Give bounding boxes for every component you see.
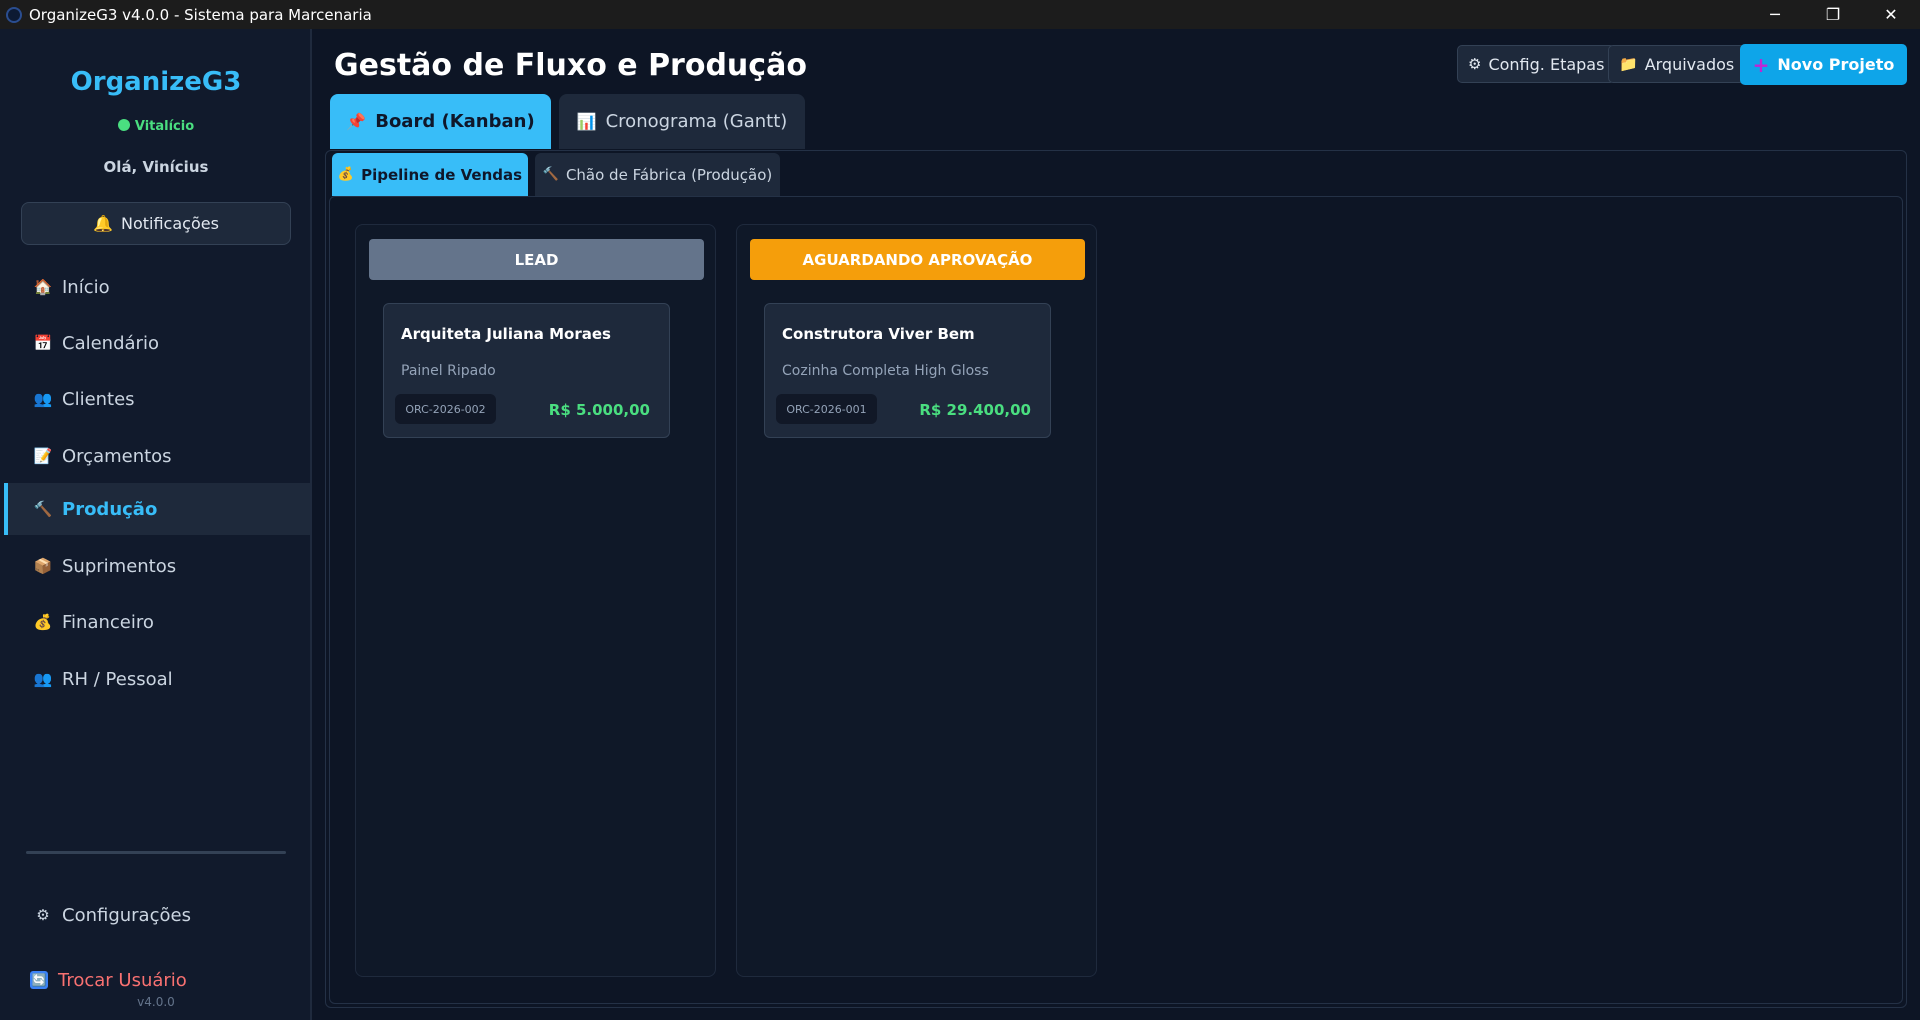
maximize-button[interactable]: ❐ bbox=[1804, 0, 1862, 29]
page-title: Gestão de Fluxo e Produção bbox=[334, 48, 807, 83]
hammer-icon: 🔨 bbox=[33, 500, 53, 518]
sidebar-item-producao[interactable]: 🔨 Produção bbox=[4, 483, 310, 535]
folder-icon: 📁 bbox=[1619, 55, 1638, 73]
close-button[interactable]: ✕ bbox=[1862, 0, 1920, 29]
sidebar-item-label: Suprimentos bbox=[62, 555, 177, 577]
sidebar-item-clientes[interactable]: 👥 Clientes bbox=[4, 373, 310, 425]
sidebar-item-calendario[interactable]: 📅 Calendário bbox=[4, 317, 310, 369]
calendar-icon: 📅 bbox=[33, 334, 53, 352]
sidebar-item-label: Orçamentos bbox=[62, 445, 172, 467]
card-project: Cozinha Completa High Gloss bbox=[782, 363, 989, 379]
sidebar-item-label: Financeiro bbox=[62, 611, 154, 633]
kanban-card[interactable]: Arquiteta Juliana Moraes Painel Ripado O… bbox=[383, 303, 670, 438]
sidebar-item-inicio[interactable]: 🏠 Início bbox=[4, 261, 310, 313]
new-project-button[interactable]: + Novo Projeto bbox=[1740, 44, 1907, 85]
money-bag-icon: 💰 bbox=[337, 167, 355, 182]
window-title: OrganizeG3 v4.0.0 - Sistema para Marcena… bbox=[29, 5, 372, 24]
tab-chao-de-fabrica[interactable]: 🔨 Chão de Fábrica (Produção) bbox=[535, 153, 780, 196]
card-client: Construtora Viver Bem bbox=[782, 325, 975, 343]
sidebar-divider bbox=[26, 851, 286, 854]
card-client: Arquiteta Juliana Moraes bbox=[401, 325, 611, 343]
sidebar-item-suprimentos[interactable]: 📦 Suprimentos bbox=[4, 540, 310, 592]
users-icon: 👥 bbox=[33, 390, 53, 408]
card-value: R$ 5.000,00 bbox=[548, 401, 650, 419]
column-header: LEAD bbox=[369, 239, 704, 280]
bar-chart-icon: 📊 bbox=[576, 112, 597, 131]
sidebar: OrganizeG3 Vitalício Olá, Vinícius 🔔 Not… bbox=[0, 29, 312, 1020]
notifications-button[interactable]: 🔔 Notificações bbox=[21, 202, 291, 245]
window-controls: ─ ❐ ✕ bbox=[1746, 0, 1920, 29]
brand-logo: OrganizeG3 bbox=[70, 67, 242, 97]
plus-icon: + bbox=[1752, 52, 1770, 77]
sidebar-item-label: Calendário bbox=[62, 332, 159, 354]
tab-kanban[interactable]: 📌 Board (Kanban) bbox=[330, 94, 551, 149]
switch-user-label: Trocar Usuário bbox=[58, 969, 187, 991]
archived-label: Arquivados bbox=[1644, 54, 1735, 74]
sidebar-item-label: Início bbox=[62, 276, 110, 298]
sidebar-item-label: Configurações bbox=[62, 904, 191, 926]
sidebar-item-orcamentos[interactable]: 📝 Orçamentos bbox=[4, 430, 310, 482]
config-stages-button[interactable]: ⚙ Config. Etapas bbox=[1457, 45, 1616, 83]
home-icon: 🏠 bbox=[33, 278, 53, 296]
users-icon: 👥 bbox=[33, 670, 53, 688]
minimize-button[interactable]: ─ bbox=[1746, 0, 1804, 29]
gear-icon: ⚙ bbox=[1468, 55, 1482, 73]
app-logo-icon bbox=[6, 6, 22, 23]
notifications-label: Notificações bbox=[121, 214, 219, 233]
kanban-column-lead: LEAD Arquiteta Juliana Moraes Painel Rip… bbox=[355, 224, 716, 977]
plan-label: Vitalício bbox=[134, 119, 195, 134]
sidebar-item-configuracoes[interactable]: ⚙ Configurações bbox=[4, 889, 310, 941]
memo-icon: 📝 bbox=[33, 447, 53, 465]
config-stages-label: Config. Etapas bbox=[1488, 54, 1605, 74]
tab-kanban-label: Board (Kanban) bbox=[375, 111, 535, 132]
card-project: Painel Ripado bbox=[401, 363, 496, 379]
gear-icon: ⚙ bbox=[36, 906, 50, 924]
tab-fabrica-label: Chão de Fábrica (Produção) bbox=[565, 165, 773, 184]
sidebar-item-rh-pessoal[interactable]: 👥 RH / Pessoal bbox=[4, 653, 310, 705]
hammer-icon: 🔨 bbox=[542, 167, 559, 182]
app-version: v4.0.0 bbox=[137, 995, 175, 1009]
kanban-card[interactable]: Construtora Viver Bem Cozinha Completa H… bbox=[764, 303, 1051, 438]
refresh-icon: 🔄 bbox=[30, 971, 48, 989]
pushpin-icon: 📌 bbox=[346, 112, 367, 131]
tab-pipeline-vendas[interactable]: 💰 Pipeline de Vendas bbox=[332, 153, 528, 196]
package-icon: 📦 bbox=[33, 557, 53, 575]
card-value: R$ 29.400,00 bbox=[919, 401, 1031, 419]
archived-button[interactable]: 📁 Arquivados bbox=[1608, 45, 1746, 83]
money-bag-icon: 💰 bbox=[33, 613, 53, 631]
user-greeting: Olá, Vinícius bbox=[103, 158, 209, 176]
sidebar-item-label: RH / Pessoal bbox=[62, 668, 173, 690]
bell-icon: 🔔 bbox=[93, 214, 113, 233]
window-titlebar: OrganizeG3 v4.0.0 - Sistema para Marcena… bbox=[0, 0, 1920, 29]
kanban-column-aguardando-aprovacao: AGUARDANDO APROVAÇÃO Construtora Viver B… bbox=[736, 224, 1097, 977]
tab-pipeline-label: Pipeline de Vendas bbox=[361, 165, 523, 184]
plan-badge: Vitalício bbox=[0, 119, 312, 134]
sidebar-item-label: Clientes bbox=[62, 388, 135, 410]
status-dot-icon bbox=[117, 119, 130, 131]
tab-gantt-label: Cronograma (Gantt) bbox=[605, 111, 788, 132]
card-code-badge: ORC-2026-002 bbox=[395, 394, 496, 424]
sidebar-item-financeiro[interactable]: 💰 Financeiro bbox=[4, 596, 310, 648]
tab-gantt[interactable]: 📊 Cronograma (Gantt) bbox=[559, 94, 805, 149]
new-project-label: Novo Projeto bbox=[1777, 55, 1895, 74]
column-header: AGUARDANDO APROVAÇÃO bbox=[750, 239, 1085, 280]
sidebar-item-label: Produção bbox=[62, 498, 158, 520]
card-code-badge: ORC-2026-001 bbox=[776, 394, 877, 424]
